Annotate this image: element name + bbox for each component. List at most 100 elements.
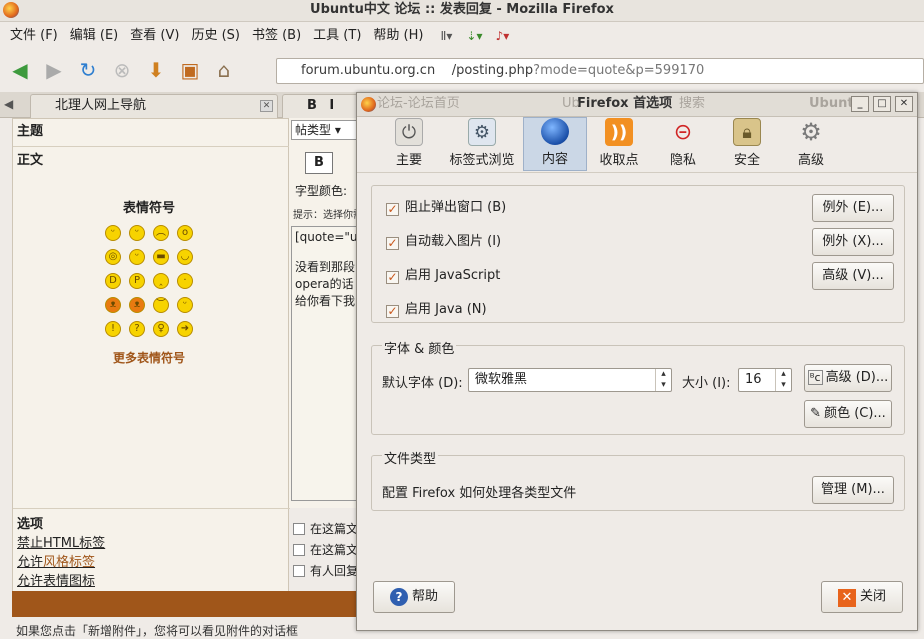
tab-feeds[interactable]: )) 收取点 [587,117,651,171]
smiley-icon[interactable]: ᵕ [177,297,193,313]
tab-tabbed-browsing[interactable]: ⚙ 标签式浏览 [441,117,523,171]
option-smilies[interactable]: 允许表情图标 [17,570,95,589]
option-disable-html[interactable]: 禁止HTML标签 [17,532,105,551]
eyedropper-icon: ✎ [810,406,822,421]
close-icon[interactable]: ✕ [895,96,913,112]
option-check-2[interactable]: 在这篇文 [293,541,358,558]
switch-icon: ⏻ [395,118,423,146]
close-button[interactable]: ✕ 关闭 [821,581,903,613]
spinner-arrows-icon: ▴ ▾ [775,369,791,391]
close-icon[interactable]: ✕ [260,100,273,112]
idea-icon[interactable]: ♀ [153,321,169,337]
button-label: 关闭 [859,589,886,604]
tab-advanced[interactable]: ⚙ 高级 [779,117,843,171]
smiley-icon[interactable]: P [129,273,145,289]
tab-bit[interactable]: B I T [282,94,358,135]
default-font-select[interactable]: 微软雅黑 ▴ ▾ [468,368,672,392]
stop-icon[interactable]: ⊗ [108,56,136,84]
more-emoticons-link[interactable]: 更多表情符号 [113,349,185,366]
menu-tools[interactable]: 工具 (T) [307,24,367,48]
smiley-icon[interactable]: ◡ [177,249,193,265]
tab-label: 收取点 [599,153,639,168]
smiley-icon[interactable]: · [177,273,193,289]
option-check-1[interactable]: 在这篇文 [293,520,358,537]
smiley-icon[interactable]: o [177,225,193,241]
mask-icon: ⊝ [673,119,693,145]
smiley-icon[interactable]: ︶ [153,297,169,313]
button-label: 帮助 [411,589,438,604]
editor-line: 给你看下我 [295,294,356,308]
tab-bit-nav[interactable]: 北理人网上导航 ✕ [30,94,278,118]
toolbar-info-icon[interactable]: Ⅱ▾ [435,27,457,45]
smiley-icon[interactable]: ◎ [105,249,121,265]
minimize-icon[interactable]: _ [851,96,869,112]
smiley-icon[interactable]: ᵕ [129,225,145,241]
tab-label: 安全 [733,153,760,168]
post-type-select[interactable]: 帖类型 ▾ [291,120,357,140]
bold-button[interactable]: B [305,152,333,174]
menu-file[interactable]: 文件 (F) [4,24,64,48]
fonts-advanced-button[interactable]: ᴮc 高级 (D)... [804,364,892,392]
load-images-checkbox[interactable]: ✓ 自动载入图片 (I) [386,234,501,250]
message-textarea[interactable]: [quote="ub 没看到那段 opera的话 给你看下我 [291,226,361,501]
tab-scroll-left-icon[interactable]: ◀ [4,97,13,111]
question-icon[interactable]: ? [129,321,145,337]
default-font-label: 默认字体 (D): [382,376,463,391]
exclamation-icon[interactable]: ! [105,321,121,337]
toolbar-addon-icon[interactable]: ♪▾ [491,27,513,45]
menu-history[interactable]: 历史 (S) [185,24,246,48]
form-footer-bar [12,591,358,617]
package-icon[interactable]: ▣ [176,56,204,84]
smiley-icon[interactable]: ‸ [153,273,169,289]
menu-view[interactable]: 查看 (V) [124,24,185,48]
tab-label: 标签式浏览 [449,153,515,168]
option-bbcode[interactable]: 允许风格标签 [17,551,95,570]
checkbox-label: 启用 JavaScript [405,268,501,283]
smiley-icon[interactable]: ▬ [153,249,169,265]
smiley-icon[interactable]: ᴥ [129,297,145,313]
download-arrow-icon[interactable]: ⬇ [142,56,170,84]
reload-icon[interactable]: ↻ [74,56,102,84]
javascript-advanced-button[interactable]: 高级 (V)... [812,262,894,290]
help-button[interactable]: ? 帮助 [373,581,455,613]
smiley-icon[interactable]: ᴥ [105,297,121,313]
tab-privacy[interactable]: ⊝ 隐私 [651,117,715,171]
colors-button[interactable]: ✎ 颜色 (C)... [804,400,892,428]
smiley-icon[interactable]: ︵ [153,225,169,241]
preferences-dialog: 论坛-论坛首页 Firefox 首选项 Ub 搜索 Ubunt _ □ ✕ ⏻ … [356,92,918,631]
help-icon: ? [389,588,408,606]
option-check-label: 有人回复 [310,564,359,578]
maximize-icon[interactable]: □ [873,96,891,112]
image-exceptions-button[interactable]: 例外 (X)... [812,228,894,256]
url-bar[interactable]: forum.ubuntu.org.cn /posting.php?mode=qu… [276,58,924,84]
enable-java-checkbox[interactable]: ✓ 启用 Java (N) [386,302,487,318]
firefox-icon [3,2,19,18]
popup-exceptions-button[interactable]: 例外 (E)... [812,194,894,222]
tab-content[interactable]: 内容 [523,117,587,171]
default-font-value: 微软雅黑 [475,372,528,387]
bbcode-link[interactable]: 风格标签 [43,555,95,570]
arrow-icon[interactable]: ➜ [177,321,193,337]
editor-line: 没看到那段 [295,260,356,274]
toolbar-download-icon[interactable]: ⇣▾ [463,27,485,45]
tab-security[interactable]: 🔒︎ 安全 [715,117,779,171]
home-icon[interactable]: ⌂ [210,56,238,84]
block-popups-checkbox[interactable]: ✓ 阻止弹出窗口 (B) [386,200,506,216]
menu-bookmarks[interactable]: 书签 (B) [246,24,307,48]
forward-icon[interactable]: ▶ [40,56,68,84]
font-size-select[interactable]: 16 ▴ ▾ [738,368,792,392]
tab-label: 北理人网上导航 [55,98,147,113]
manage-file-types-button[interactable]: 管理 (M)... [812,476,894,504]
file-types-group: 文件类型 配置 Firefox 如何处理各类型文件 管理 (M)... [371,448,905,511]
file-types-title: 文件类型 [382,448,439,467]
enable-javascript-checkbox[interactable]: ✓ 启用 JavaScript [386,268,500,284]
tab-label: 高级 [797,153,824,168]
smiley-icon[interactable]: D [105,273,121,289]
back-icon[interactable]: ◀ [6,56,34,84]
tab-main[interactable]: ⏻ 主要 [377,117,441,171]
menu-help[interactable]: 帮助 (H) [367,24,429,48]
smiley-icon[interactable]: ᵕ [129,249,145,265]
menu-edit[interactable]: 编辑 (E) [64,24,125,48]
option-check-3[interactable]: 有人回复 [293,562,358,579]
smiley-icon[interactable]: ᵕ [105,225,121,241]
